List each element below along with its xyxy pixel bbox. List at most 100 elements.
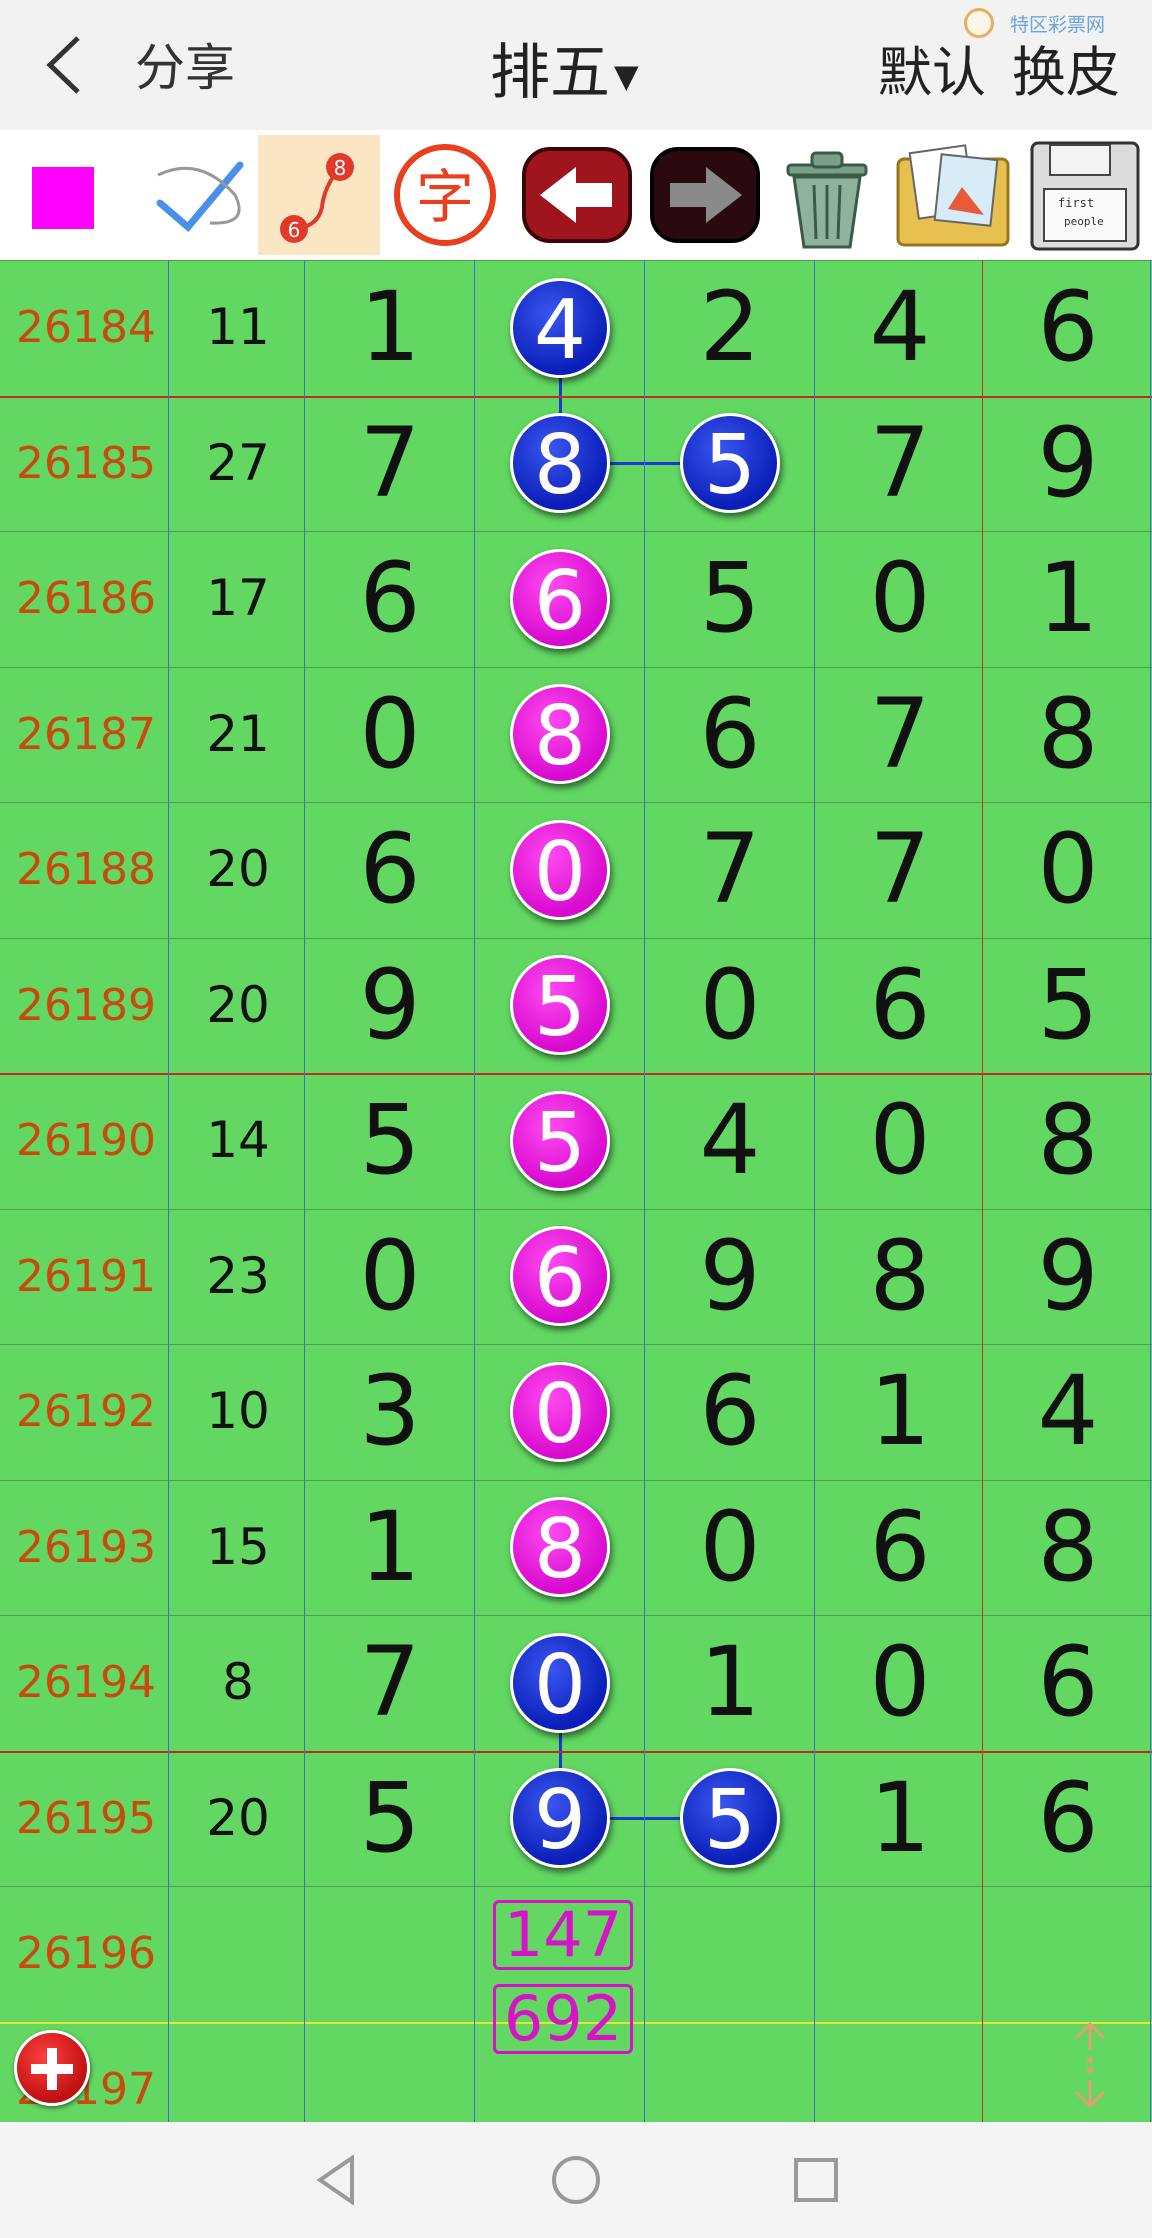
issue-number: 26193: [16, 1521, 156, 1573]
digit-cell: 6: [699, 1355, 761, 1467]
lottery-selector[interactable]: 排五 ▼: [490, 24, 639, 111]
digit-sum: 8: [222, 1653, 254, 1711]
connect-label-8: 8: [334, 156, 347, 180]
digit-sum: 21: [206, 704, 270, 763]
digit-cell: 7: [699, 813, 761, 925]
digit-cell: 7: [359, 1626, 421, 1738]
column-divider: [644, 260, 645, 2122]
digit-cell: 0: [869, 1084, 931, 1196]
digit-cell: 8: [869, 1219, 931, 1332]
marked-ball[interactable]: 6: [510, 1226, 610, 1327]
redo-arrow-icon[interactable]: [644, 135, 766, 255]
prediction-box[interactable]: 147: [493, 1900, 633, 1970]
digit-cell: 0: [699, 1490, 761, 1603]
marked-ball[interactable]: 9: [510, 1768, 610, 1869]
digit-cell: 1: [359, 271, 421, 383]
digit-cell: 5: [359, 1084, 421, 1196]
digit-cell: 0: [869, 1626, 931, 1738]
marked-ball[interactable]: 5: [680, 1768, 780, 1869]
digit-cell: 5: [699, 542, 761, 654]
digit-sum: 11: [206, 298, 270, 356]
row-divider: [0, 1886, 1152, 1887]
disk-label-first: first: [1058, 196, 1094, 210]
text-tool-label: 字: [416, 163, 474, 231]
digit-cell: 9: [1037, 1219, 1099, 1332]
marked-ball[interactable]: 0: [510, 819, 610, 920]
digit-cell: 9: [1037, 406, 1099, 519]
digit-cell: 7: [359, 406, 421, 519]
add-button[interactable]: [14, 2030, 90, 2106]
digit-cell: 7: [869, 406, 931, 519]
disk-label-people: people: [1064, 215, 1104, 228]
digit-cell: 0: [699, 948, 761, 1061]
gallery-icon[interactable]: [892, 135, 1014, 255]
back-arrow-icon[interactable]: [40, 30, 90, 100]
digit-cell: 0: [359, 677, 421, 790]
marked-ball[interactable]: 5: [510, 1090, 610, 1191]
scroll-up-down-icon[interactable]: [1062, 2020, 1118, 2110]
digit-cell: 8: [1037, 1490, 1099, 1603]
digit-cell: 6: [359, 542, 421, 654]
color-swatch-button[interactable]: [14, 135, 136, 255]
column-divider: [814, 260, 815, 2122]
issue-number: 26191: [16, 1250, 156, 1302]
watermark-text: 特区彩票网: [1010, 14, 1106, 36]
digit-cell: 7: [869, 677, 931, 790]
digit-cell: 9: [359, 948, 421, 1061]
digit-cell: 4: [699, 1084, 761, 1196]
issue-number: 26196: [16, 1928, 156, 1979]
default-button[interactable]: 默认: [878, 28, 986, 107]
issue-number: 26184: [16, 302, 156, 353]
marked-ball[interactable]: 8: [510, 684, 610, 785]
marked-ball[interactable]: 6: [510, 548, 610, 649]
connect-line-tool[interactable]: 8 6: [258, 135, 380, 255]
digit-cell: 5: [359, 1761, 421, 1874]
share-button[interactable]: 分享: [135, 28, 235, 100]
nav-home-icon[interactable]: [546, 2150, 606, 2210]
digit-cell: 0: [359, 1219, 421, 1332]
marked-ball[interactable]: 4: [510, 277, 610, 378]
nav-recents-icon[interactable]: [786, 2150, 846, 2210]
check-draw-icon[interactable]: [140, 135, 262, 255]
prediction-box[interactable]: 692: [493, 1984, 633, 2054]
undo-arrow-icon[interactable]: [516, 135, 638, 255]
digit-cell: 5: [1037, 948, 1099, 1061]
digit-cell: 8: [1037, 677, 1099, 790]
digit-sum: 20: [206, 975, 270, 1034]
issue-number: 26195: [16, 1792, 156, 1844]
marked-ball[interactable]: 5: [510, 955, 610, 1056]
drawing-toolbar: 8 6 字 first people: [0, 130, 1152, 260]
digit-cell: 0: [1037, 813, 1099, 925]
digit-cell: 8: [1037, 1084, 1099, 1196]
issue-number: 26186: [16, 573, 156, 624]
column-divider: [168, 260, 169, 2122]
issue-number: 26190: [16, 1115, 156, 1166]
issue-number: 26192: [16, 1386, 156, 1437]
digit-cell: 4: [1037, 1355, 1099, 1467]
digit-sum: 27: [206, 433, 270, 492]
trend-chart-grid[interactable]: 26184 11 1 4 2 4 6 26185 27 7 8 5 7 9 26186 17 6 6 5 0 1 2618…: [0, 260, 1152, 2122]
digit-sum: 17: [206, 569, 270, 627]
nav-back-icon[interactable]: [306, 2150, 366, 2210]
marked-ball[interactable]: 0: [510, 1632, 610, 1733]
digit-cell: 9: [699, 1219, 761, 1332]
digit-cell: 6: [699, 677, 761, 790]
digit-cell: 2: [699, 271, 761, 383]
issue-number: 26188: [16, 844, 156, 895]
save-disk-icon[interactable]: first people: [1024, 135, 1146, 255]
text-tool[interactable]: 字: [384, 135, 506, 255]
change-skin-button[interactable]: 换皮: [1012, 28, 1120, 107]
trash-icon[interactable]: [766, 135, 888, 255]
digit-cell: 4: [869, 271, 931, 383]
page-title: 排五: [490, 38, 610, 108]
top-bar: 分享 排五 ▼ 默认 换皮 特区彩票网: [0, 0, 1152, 130]
digit-cell: 1: [699, 1626, 761, 1738]
issue-number: 26187: [16, 708, 156, 760]
marked-ball[interactable]: 0: [510, 1361, 610, 1462]
digit-cell: 6: [1037, 1626, 1099, 1738]
digit-cell: 3: [359, 1355, 421, 1467]
digit-cell: 1: [869, 1761, 931, 1874]
marked-ball[interactable]: 5: [680, 413, 780, 514]
marked-ball[interactable]: 8: [510, 413, 610, 514]
marked-ball[interactable]: 8: [510, 1497, 610, 1598]
